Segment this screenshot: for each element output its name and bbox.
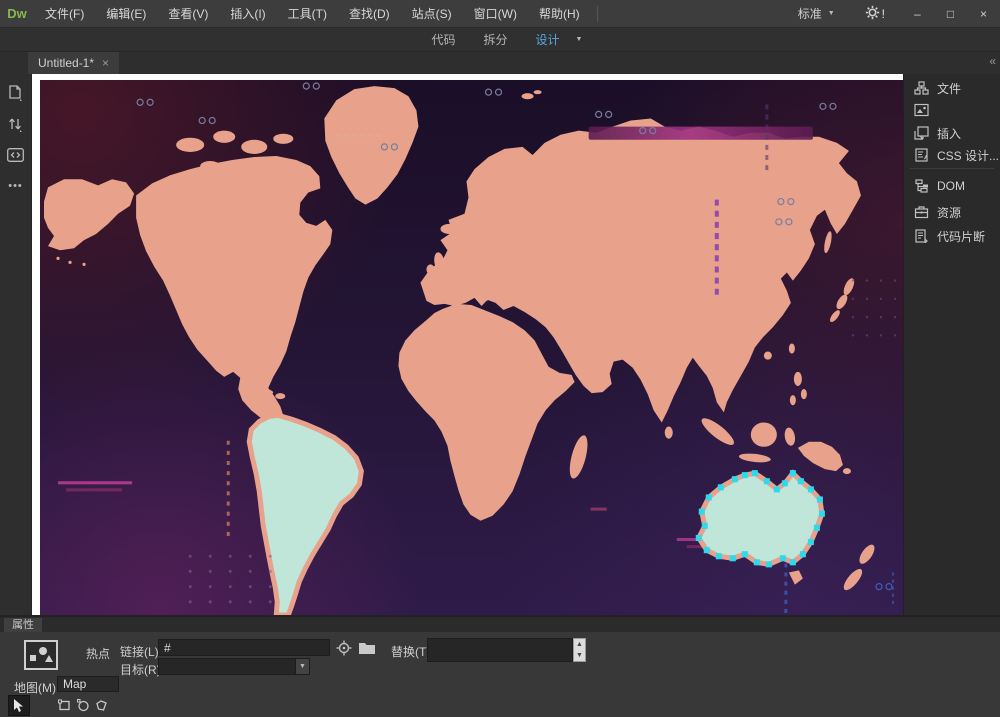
menu-window[interactable]: 窗口(W) <box>463 0 528 28</box>
close-button[interactable]: × <box>967 0 1000 27</box>
files-tree-icon <box>914 81 929 95</box>
workspace-switcher[interactable]: 标准 ▼ <box>784 5 849 22</box>
menu-view[interactable]: 查看(V) <box>157 0 219 28</box>
link-label: 链接(L) <box>120 643 159 660</box>
target-select[interactable] <box>158 658 310 675</box>
tab-close-icon[interactable]: × <box>102 56 109 70</box>
panel-insert[interactable]: 插入 <box>904 123 1000 143</box>
browse-folder-icon[interactable] <box>357 639 377 657</box>
pointer-hotspot-tool[interactable] <box>8 695 30 716</box>
world-map-image[interactable] <box>40 80 903 615</box>
panel-extract[interactable] <box>904 100 1000 120</box>
design-view-button[interactable]: 设计 <box>522 28 574 52</box>
alert-badge: ! <box>882 7 885 21</box>
panel-insert-label: 插入 <box>937 125 961 142</box>
code-inspector-icon[interactable] <box>6 146 26 164</box>
alt-input[interactable] <box>427 638 573 662</box>
maximize-button[interactable]: □ <box>934 0 967 27</box>
map-label: 地图(M) <box>14 679 56 696</box>
hotspot-label: 热点 <box>86 645 110 662</box>
design-view-dropdown-icon[interactable]: ▼ <box>576 36 583 43</box>
oval-tool-icon <box>77 699 90 712</box>
target-label: 目标(R) <box>120 661 161 678</box>
menu-insert[interactable]: 插入(I) <box>219 0 276 28</box>
alt-spinner[interactable]: ▲ ▼ <box>573 638 586 662</box>
spinner-down-icon[interactable]: ▼ <box>574 650 585 661</box>
left-toolbar: ••• <box>0 74 32 615</box>
polygon-hotspot-tool[interactable] <box>93 697 109 713</box>
main-area: ••• <box>0 74 1000 615</box>
gear-icon <box>865 5 880 23</box>
panel-snippets[interactable]: 代码片断 <box>904 226 1000 246</box>
rectangle-tool-icon <box>58 699 71 712</box>
pointer-arrow-icon <box>13 699 25 713</box>
menu-file[interactable]: 文件(F) <box>34 0 95 28</box>
target-chevron-down-icon[interactable]: ▼ <box>295 658 310 675</box>
assets-icon <box>914 205 929 219</box>
image-icon <box>914 103 929 117</box>
map-name-input[interactable] <box>57 676 119 692</box>
panel-dom-label: DOM <box>937 179 965 193</box>
panel-dom[interactable]: DOM <box>904 176 1000 196</box>
right-panel-strip: 文件 插入 CSS 设计... DOM 资源 代码片断 <box>903 74 1000 615</box>
alt-label: 替换(T) <box>391 643 430 660</box>
css-designer-icon <box>914 148 929 162</box>
open-document-icon[interactable] <box>6 84 26 102</box>
polygon-tool-icon <box>95 699 108 712</box>
panel-assets[interactable]: 资源 <box>904 202 1000 222</box>
menu-help[interactable]: 帮助(H) <box>528 0 591 28</box>
sort-order-icon[interactable] <box>6 115 26 133</box>
dreamweaver-logo: Dw <box>0 6 34 21</box>
panel-snippets-label: 代码片断 <box>937 228 985 245</box>
split-view-button[interactable]: 拆分 <box>470 28 522 52</box>
point-to-file-icon[interactable] <box>335 639 353 657</box>
panel-css-designer-label: CSS 设计... <box>937 147 999 164</box>
oval-hotspot-tool[interactable] <box>75 697 91 713</box>
menu-edit[interactable]: 编辑(E) <box>95 0 157 28</box>
document-tab[interactable]: Untitled-1* × <box>28 52 119 74</box>
spinner-up-icon[interactable]: ▲ <box>574 639 585 650</box>
rectangle-hotspot-tool[interactable] <box>56 697 72 713</box>
menu-divider <box>597 6 598 22</box>
design-canvas[interactable] <box>32 74 903 615</box>
properties-tabstrip: 属性 <box>0 617 1000 632</box>
view-mode-toolbar: 代码 拆分 设计 ▼ <box>0 28 1000 52</box>
properties-tab[interactable]: 属性 <box>4 618 42 632</box>
workspace-label: 标准 <box>798 5 822 22</box>
code-view-button[interactable]: 代码 <box>418 28 470 52</box>
dom-tree-icon <box>914 179 929 193</box>
properties-panel: 属性 热点 链接(L) 替换(T) ▲ ▼ 目标(R) ▼ 地图(M) <box>0 615 1000 717</box>
link-input[interactable] <box>158 639 330 656</box>
snippets-icon <box>914 229 929 243</box>
panel-divider <box>910 168 994 169</box>
panel-css-designer[interactable]: CSS 设计... <box>904 145 1000 165</box>
menu-site[interactable]: 站点(S) <box>401 0 463 28</box>
document-tab-bar: Untitled-1* × « <box>0 52 1000 74</box>
panel-assets-label: 资源 <box>937 204 961 221</box>
sync-settings-button[interactable]: ! <box>849 5 901 23</box>
menu-find[interactable]: 查找(D) <box>338 0 401 28</box>
insert-icon <box>914 126 929 140</box>
panel-files[interactable]: 文件 <box>904 78 1000 98</box>
minimize-button[interactable]: – <box>901 0 934 27</box>
collapse-panels-icon[interactable]: « <box>989 54 995 68</box>
hotspot-thumbnail-icon <box>24 640 58 670</box>
panel-files-label: 文件 <box>937 80 961 97</box>
menu-tools[interactable]: 工具(T) <box>277 0 338 28</box>
document-tab-title: Untitled-1* <box>38 56 94 70</box>
menu-bar: Dw 文件(F) 编辑(E) 查看(V) 插入(I) 工具(T) 查找(D) 站… <box>0 0 1000 28</box>
more-options-icon[interactable]: ••• <box>6 177 26 195</box>
chevron-down-icon: ▼ <box>828 10 835 17</box>
